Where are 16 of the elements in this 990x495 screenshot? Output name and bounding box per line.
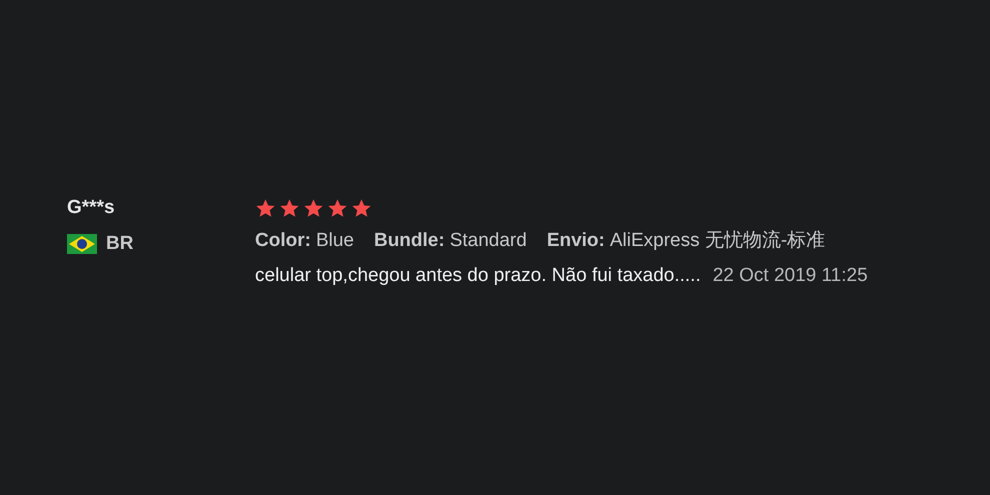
attribute-value: AliExpress 无忧物流-标准 — [610, 229, 826, 253]
review-date: 22 Oct 2019 11:25 — [712, 264, 868, 288]
review-text: celular top,chegou antes do prazo. Não fui taxado..... — [255, 264, 701, 288]
reviewer-name: G***s — [67, 196, 116, 220]
attribute-value: Blue — [316, 229, 354, 253]
attribute-label: Envio: — [546, 229, 605, 253]
flag-icon — [67, 234, 97, 254]
country-code: BR — [106, 232, 134, 256]
attribute-value: Standard — [450, 229, 527, 253]
star-icon — [255, 198, 276, 219]
star-icon — [279, 198, 300, 219]
star-icon — [327, 198, 348, 219]
attribute-label: Bundle: — [374, 229, 445, 253]
attribute-label: Color: — [255, 229, 311, 253]
star-icon — [303, 198, 324, 219]
star-icon — [351, 198, 372, 219]
